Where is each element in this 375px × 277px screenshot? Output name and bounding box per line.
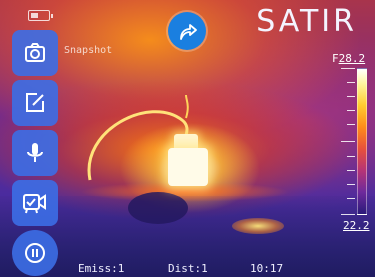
video-check-icon	[23, 194, 46, 214]
microphone-button[interactable]	[12, 130, 58, 176]
camera-button[interactable]	[12, 30, 58, 76]
scale-max-label: F28.2	[332, 52, 365, 65]
snapshot-label: Snapshot	[64, 45, 113, 56]
share-arrow-icon	[180, 24, 197, 40]
share-button[interactable]	[168, 12, 206, 50]
scale-max-value: 28.2	[338, 52, 366, 65]
edit-note-icon	[26, 93, 44, 112]
microphone-icon	[27, 143, 43, 162]
time-readout: 10:17	[250, 262, 284, 275]
battery-low-icon	[28, 10, 53, 21]
scale-min-value: 22.2	[343, 219, 370, 232]
emissivity-readout: Emiss:1	[78, 262, 125, 275]
video-record-button[interactable]	[12, 180, 58, 226]
pause-icon	[25, 243, 45, 263]
distance-readout: Dist:1	[168, 262, 208, 275]
thermal-view: SATIR Snapshot F28.2 22.2 Emiss:1 Dist:1…	[0, 0, 375, 277]
camera-icon	[25, 43, 45, 62]
brand-logo: SATIR	[256, 4, 357, 39]
edit-button[interactable]	[12, 80, 58, 126]
scale-unit: F	[332, 52, 339, 65]
scale-ticks	[341, 68, 355, 215]
pause-button[interactable]	[12, 230, 58, 276]
charger-body	[168, 148, 208, 186]
color-scale-bar	[357, 68, 367, 215]
